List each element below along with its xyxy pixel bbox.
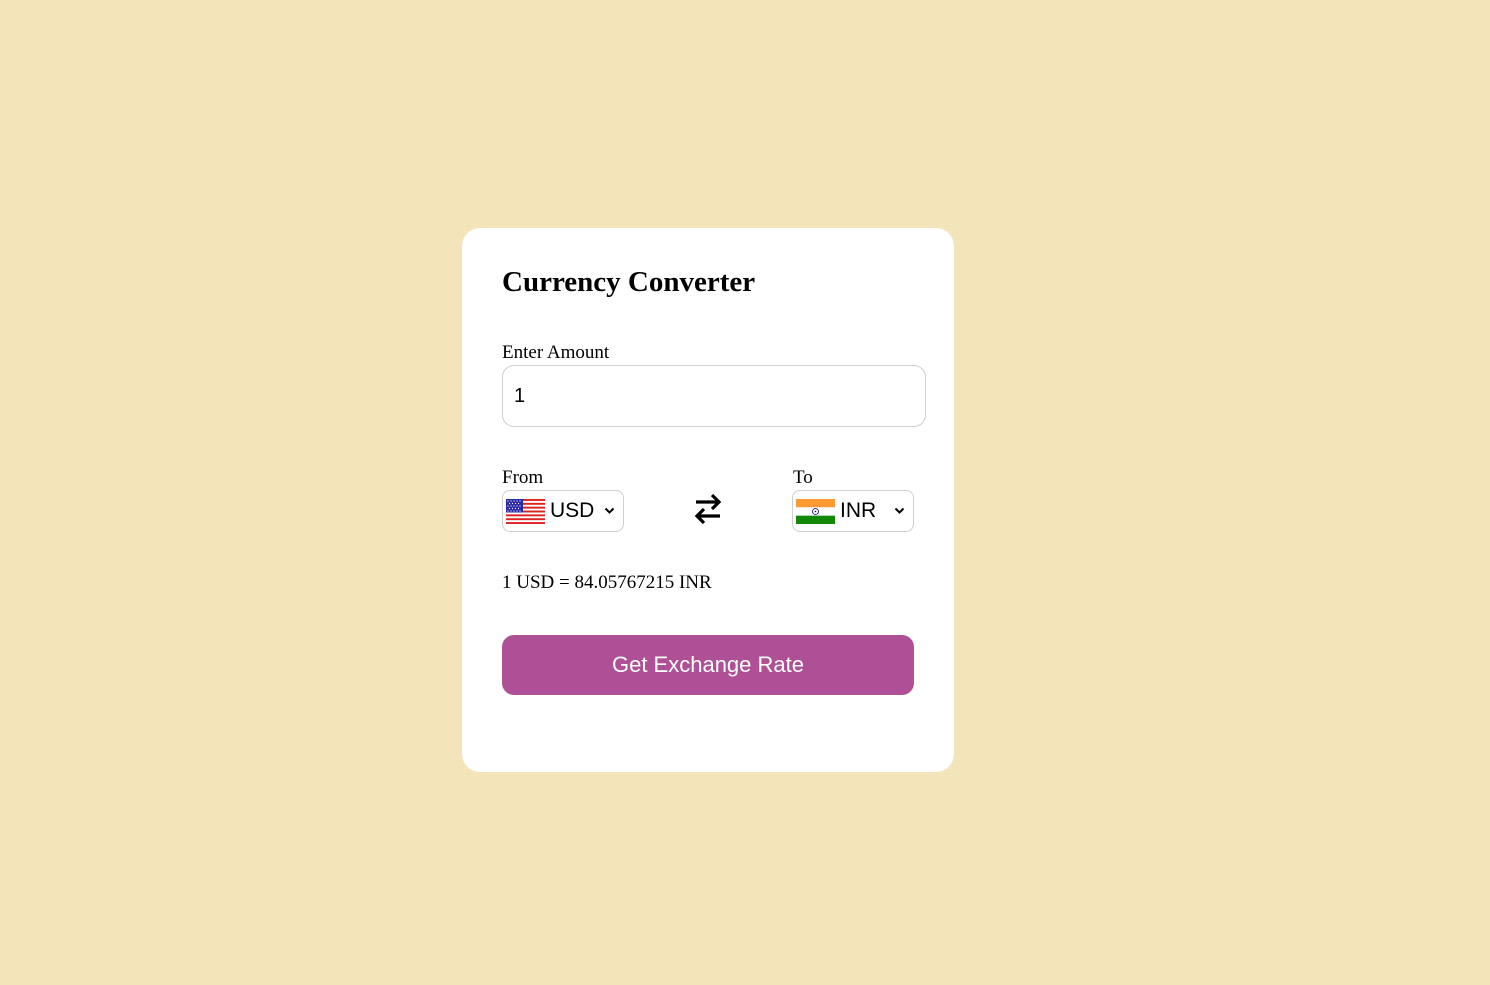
exchange-rate-result: 1 USD = 84.05767215 INR bbox=[502, 572, 712, 593]
from-label: From bbox=[502, 467, 544, 488]
converter-card: Currency Converter Enter Amount From USD bbox=[462, 228, 954, 772]
to-currency-select[interactable]: INR bbox=[792, 490, 914, 532]
to-currency-code: INR bbox=[840, 499, 877, 522]
from-currency-code: USD bbox=[550, 499, 595, 522]
chevron-down-icon bbox=[604, 507, 615, 514]
india-flag-icon bbox=[796, 499, 835, 524]
page-title: Currency Converter bbox=[502, 266, 756, 298]
amount-input[interactable] bbox=[502, 365, 926, 427]
to-label: To bbox=[793, 467, 813, 488]
get-exchange-rate-button[interactable]: Get Exchange Rate bbox=[502, 635, 914, 695]
chevron-down-icon bbox=[894, 507, 905, 514]
us-flag-icon bbox=[506, 499, 545, 524]
amount-label: Enter Amount bbox=[502, 342, 610, 363]
from-currency-select[interactable]: USD bbox=[502, 490, 624, 532]
swap-arrows-icon[interactable] bbox=[693, 492, 723, 526]
